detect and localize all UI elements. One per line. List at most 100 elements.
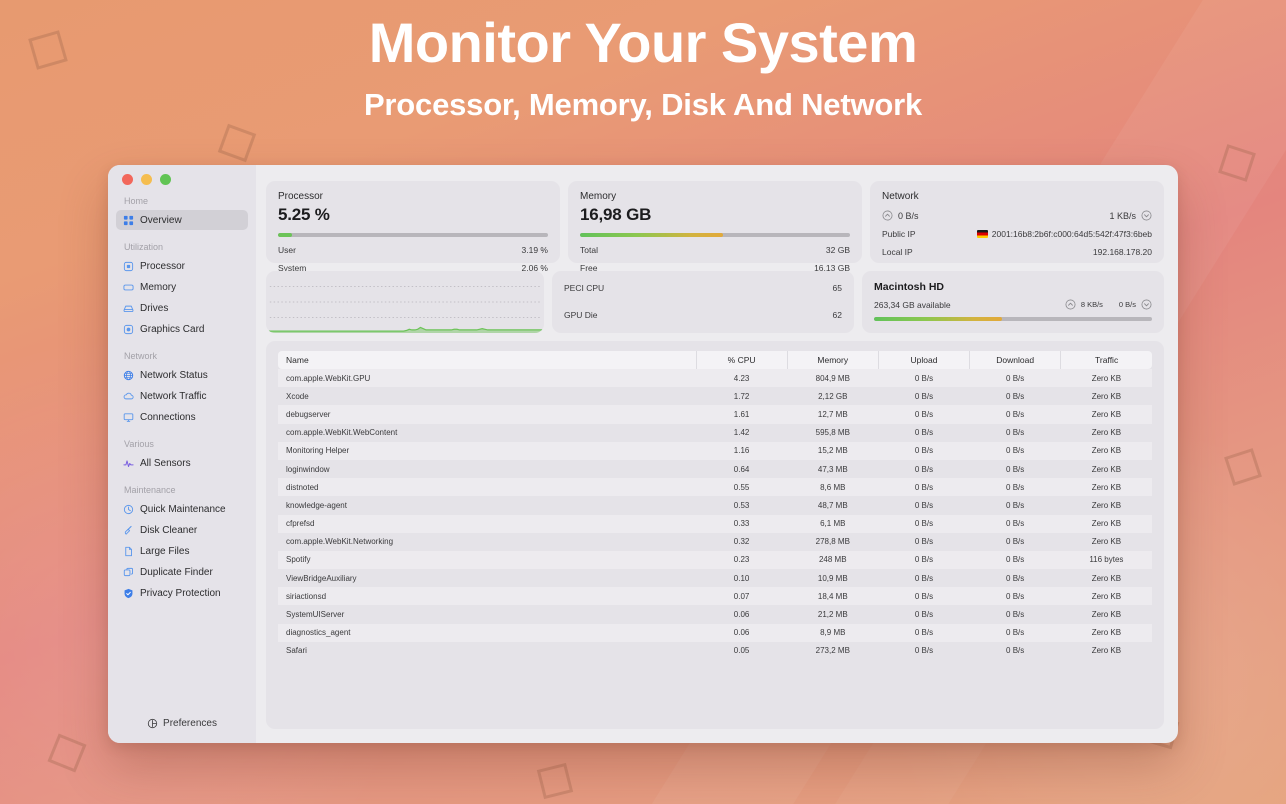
sidebar-item-label: Connections (140, 411, 196, 423)
table-row[interactable]: com.apple.WebKit.GPU 4.23 804,9 MB 0 B/s 0 B… (278, 369, 1152, 388)
cell-name: debugserver (286, 409, 331, 419)
sensors-card[interactable]: PECI CPU 65 GPU Die 62 (552, 271, 854, 333)
table-row[interactable]: debugserver 1.61 12,7 MB 0 B/s 0 B/s Zero KB (278, 405, 1152, 424)
network-public-ip-row: Public IP 2001:16b8:2b6f:c000:64d5:542f:… (882, 229, 1152, 239)
sidebar-item-disk-cleaner[interactable]: Disk Cleaner (116, 520, 248, 540)
sidebar-item-privacy-protection[interactable]: Privacy Protection (116, 583, 248, 603)
cell-traffic: Zero KB (1091, 428, 1122, 438)
cell-cpu: 0.32 (733, 537, 750, 547)
column-header-memory[interactable]: Memory (787, 351, 879, 369)
cell-cpu: 1.42 (733, 428, 750, 438)
cell-upload: 0 B/s (914, 391, 934, 401)
marketing-headline: Monitor Your System Processor, Memory, D… (0, 11, 1286, 123)
cell-download: 0 B/s (1006, 628, 1025, 638)
processor-card-title: Processor (278, 191, 324, 202)
disk-title: Macintosh HD (874, 281, 945, 293)
network-local-ip-value: 192.168.178.20 (1092, 247, 1152, 257)
sidebar-item-overview[interactable]: Overview (116, 210, 248, 230)
minimize-button[interactable] (141, 174, 152, 185)
preferences-button[interactable]: Preferences (116, 718, 248, 743)
cell-memory: 15,2 MB (817, 446, 848, 456)
sidebar-item-quick-maintenance[interactable]: Quick Maintenance (116, 499, 248, 519)
table-row[interactable]: Safari 0.05 273,2 MB 0 B/s 0 B/s Zero KB (278, 642, 1152, 660)
disk-card[interactable]: Macintosh HD 263,34 GB available 8 KB/s … (862, 271, 1164, 333)
close-button[interactable] (122, 174, 133, 185)
cell-cpu: 1.72 (733, 391, 750, 401)
column-header-download[interactable]: Download (969, 351, 1062, 369)
cell-memory: 273,2 MB (815, 646, 850, 656)
sidebar-item-label: Disk Cleaner (140, 524, 198, 536)
column-header-cpu[interactable]: % CPU (696, 351, 788, 369)
page-title: Monitor Your System (368, 11, 918, 74)
table-row[interactable]: knowledge-agent 0.53 48,7 MB 0 B/s 0 B/s Zero… (278, 496, 1152, 514)
cell-download: 0 B/s (1006, 482, 1025, 492)
decor-square (47, 733, 87, 773)
table-row[interactable]: Spotify 0.23 248 MB 0 B/s 0 B/s 116 bytes (278, 550, 1152, 570)
column-header-traffic[interactable]: Traffic (1060, 351, 1152, 369)
circle-arrow-down-icon (1141, 210, 1152, 221)
pulse-icon (123, 458, 134, 469)
sidebar-item-label: Drives (140, 302, 169, 314)
column-header-name[interactable]: Name (278, 351, 697, 369)
monitor-icon (123, 412, 134, 423)
processor-value: 5.25 % (278, 205, 330, 224)
cell-cpu: 0.55 (733, 482, 750, 492)
sidebar-item-label: Processor (140, 260, 186, 272)
table-row[interactable]: ViewBridgeAuxiliary 0.10 10,9 MB 0 B/s 0 B/s… (278, 569, 1152, 587)
cell-traffic: Zero KB (1091, 409, 1122, 419)
cell-download: 0 B/s (1006, 428, 1025, 438)
sidebar-item-label: Network Traffic (140, 390, 207, 402)
cell-traffic: Zero KB (1091, 591, 1122, 601)
shield-check-icon (123, 588, 134, 599)
cpu-history-chart[interactable] (266, 271, 544, 333)
table-row[interactable]: diagnostics_agent 0.06 8,9 MB 0 B/s 0 B/s Zer… (278, 623, 1152, 642)
network-card-title: Network (882, 191, 919, 202)
network-card[interactable]: Network 0 B/s 1 KB/s Public IP 2001:16b8… (870, 181, 1164, 263)
cell-download: 0 B/s (1006, 573, 1025, 583)
sidebar-item-network-traffic[interactable]: Network Traffic (116, 386, 248, 406)
table-row[interactable]: Xcode 1.72 2,12 GB 0 B/s 0 B/s Zero KB (278, 387, 1152, 405)
sidebar-item-network-status[interactable]: Network Status (116, 365, 248, 385)
cell-traffic: Zero KB (1091, 464, 1122, 474)
sidebar-item-memory[interactable]: Memory (116, 277, 248, 297)
circle-arrow-up-icon (1065, 299, 1076, 310)
cell-name: Xcode (286, 391, 309, 401)
cell-traffic: Zero KB (1091, 610, 1122, 620)
sensor-gpu-die-label: GPU Die (564, 310, 598, 320)
sidebar-item-graphics-card[interactable]: Graphics Card (116, 319, 248, 339)
preferences-icon (147, 718, 158, 729)
sidebar-item-all-sensors[interactable]: All Sensors (116, 453, 248, 473)
sidebar-item-drives[interactable]: Drives (116, 298, 248, 318)
table-row[interactable]: com.apple.WebKit.Networking 0.32 278,8 MB 0… (278, 533, 1152, 551)
column-header-upload[interactable]: Upload (878, 351, 971, 369)
cell-memory: 248 MB (818, 555, 847, 565)
table-row[interactable]: loginwindow 0.64 47,3 MB 0 B/s 0 B/s Zero KB (278, 460, 1152, 478)
cell-traffic: Zero KB (1091, 500, 1122, 510)
table-row[interactable]: cfprefsd 0.33 6,1 MB 0 B/s 0 B/s Zero KB (278, 514, 1152, 533)
cell-cpu: 0.10 (733, 573, 750, 583)
network-upload-value: 0 B/s (898, 210, 919, 221)
sidebar-item-connections[interactable]: Connections (116, 407, 248, 427)
maximize-button[interactable] (160, 174, 171, 185)
cell-download: 0 B/s (1006, 446, 1025, 456)
memory-card[interactable]: Memory 16,98 GB Total 32 GB Free 16,13 G… (568, 181, 862, 273)
disk-write: 0 B/s (1119, 299, 1152, 310)
cell-memory: 18,4 MB (817, 591, 848, 601)
table-row[interactable]: Monitoring Helper 1.16 15,2 MB 0 B/s 0 B/s Ze… (278, 441, 1152, 460)
de-flag-icon (976, 230, 988, 238)
table-row[interactable]: siriactionsd 0.07 18,4 MB 0 B/s 0 B/s Zero KB (278, 587, 1152, 606)
sidebar-item-processor[interactable]: Processor (116, 256, 248, 276)
sidebar-item-label: Overview (140, 214, 182, 226)
cell-cpu: 1.16 (733, 446, 750, 456)
processor-card[interactable]: Processor 5.25 % User 3.19 % System 2.06… (266, 181, 560, 273)
process-table-card[interactable]: Name % CPU Memory Upload Download Traffi… (266, 341, 1164, 729)
sidebar-item-duplicate-finder[interactable]: Duplicate Finder (116, 562, 248, 582)
table-row[interactable]: distnoted 0.55 8,6 MB 0 B/s 0 B/s Zero KB (278, 478, 1152, 497)
table-row[interactable]: SystemUIServer 0.06 21,2 MB 0 B/s 0 B/s Zero … (278, 605, 1152, 623)
memory-icon (123, 282, 134, 293)
cell-upload: 0 B/s (914, 573, 934, 583)
page-subtitle: Processor, Memory, Disk And Network (363, 86, 923, 122)
cell-name: siriactionsd (286, 591, 327, 601)
sidebar-item-large-files[interactable]: Large Files (116, 541, 248, 561)
table-row[interactable]: com.apple.WebKit.WebContent 1.42 595,8 MB 0… (278, 424, 1152, 442)
